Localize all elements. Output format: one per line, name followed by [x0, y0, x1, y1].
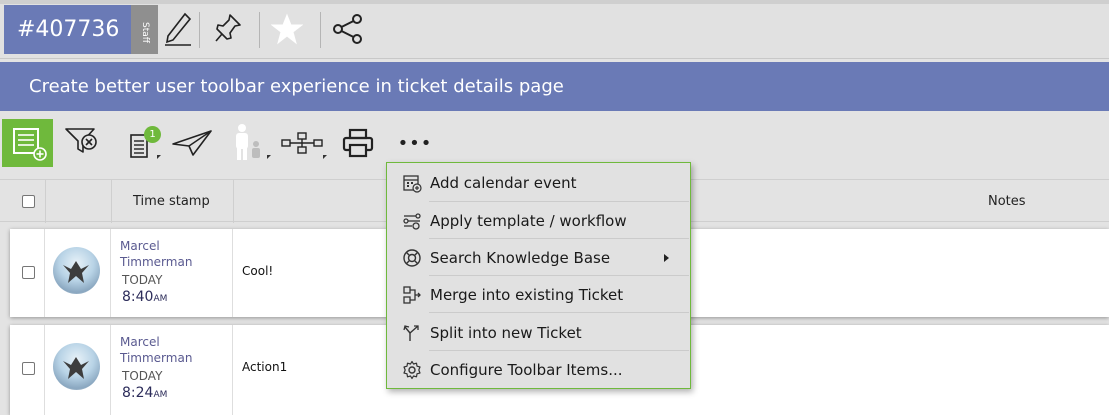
menu-item-apply-template[interactable]: Apply template / workflow	[388, 202, 689, 239]
print-icon[interactable]	[341, 126, 375, 160]
author-first-name[interactable]: Marcel	[120, 334, 160, 350]
avatar	[53, 343, 100, 390]
staff-badge: Staff	[131, 5, 158, 54]
add-note-icon[interactable]	[2, 119, 53, 167]
column-divider	[233, 180, 234, 223]
time-value: 8:40	[122, 289, 154, 305]
time-label: 8:40AM	[122, 289, 167, 305]
people-icon[interactable]	[229, 121, 267, 165]
notes-count-badge: 1	[144, 126, 161, 143]
more-actions-menu: Add calendar event Apply template / work…	[386, 162, 691, 389]
menu-item-configure-toolbar[interactable]: Configure Toolbar Items...	[388, 351, 689, 388]
edit-icon[interactable]	[161, 10, 195, 48]
note-text: Cool!	[242, 264, 274, 278]
merge-icon	[402, 285, 422, 305]
time-value: 8:24	[122, 385, 154, 401]
ticket-title-bar: Create better user toolbar experience in…	[0, 62, 1109, 111]
column-divider	[45, 180, 46, 223]
menu-item-label: Configure Toolbar Items...	[430, 360, 623, 379]
menu-item-label: Split into new Ticket	[430, 323, 582, 342]
header-divider	[320, 12, 321, 48]
ticket-title: Create better user toolbar experience in…	[29, 76, 564, 97]
share-icon[interactable]	[331, 10, 365, 48]
avatar	[53, 247, 100, 294]
ticket-id: #407736	[4, 5, 131, 54]
lifebuoy-icon	[402, 248, 422, 268]
cell-divider	[232, 325, 233, 415]
row-checkbox[interactable]	[22, 362, 35, 375]
author-last-name[interactable]: Timmerman	[120, 350, 192, 366]
notes-column-header[interactable]: Notes	[988, 180, 1026, 223]
cell-divider	[44, 229, 45, 317]
send-icon[interactable]	[170, 126, 214, 160]
author-last-name[interactable]: Timmerman	[120, 254, 192, 270]
row-checkbox[interactable]	[22, 266, 35, 279]
note-text: Action1	[242, 360, 288, 374]
date-label: TODAY	[122, 369, 163, 383]
chevron-down-icon[interactable]	[157, 155, 161, 159]
workflow-icon[interactable]	[281, 129, 323, 157]
menu-item-search-knowledge-base[interactable]: Search Knowledge Base	[388, 239, 689, 276]
cell-divider	[110, 229, 111, 317]
menu-item-merge-ticket[interactable]: Merge into existing Ticket	[388, 276, 689, 313]
cell-divider	[232, 229, 233, 317]
menu-item-label: Apply template / workflow	[430, 211, 627, 230]
menu-divider	[429, 312, 689, 313]
time-ampm: AM	[153, 294, 168, 304]
menu-item-add-calendar-event[interactable]: Add calendar event	[388, 164, 689, 201]
date-label: TODAY	[122, 273, 163, 287]
filter-clear-icon[interactable]	[63, 124, 101, 160]
tab-strip	[0, 0, 1109, 4]
star-icon[interactable]	[270, 10, 304, 48]
select-all-checkbox[interactable]	[22, 195, 35, 208]
more-icon[interactable]: •••	[397, 131, 433, 155]
menu-item-split-ticket[interactable]: Split into new Ticket	[388, 314, 689, 351]
column-divider	[111, 180, 112, 223]
chevron-down-icon[interactable]	[323, 155, 327, 159]
cell-divider	[44, 325, 45, 415]
menu-item-label: Search Knowledge Base	[430, 248, 611, 267]
template-workflow-icon	[402, 211, 422, 231]
gear-icon	[402, 360, 422, 380]
ticket-header: #407736 Staff	[0, 0, 1109, 59]
chevron-down-icon[interactable]	[267, 155, 271, 159]
menu-item-label: Add calendar event	[430, 173, 577, 192]
timestamp-column-header[interactable]: Time stamp	[133, 180, 210, 223]
time-label: 8:24AM	[122, 385, 167, 401]
header-divider	[199, 12, 200, 48]
calendar-add-icon	[402, 173, 422, 193]
author-first-name[interactable]: Marcel	[120, 238, 160, 254]
header-divider	[259, 12, 260, 48]
cell-divider	[110, 325, 111, 415]
split-icon	[402, 323, 422, 343]
menu-item-label: Merge into existing Ticket	[430, 285, 624, 304]
time-ampm: AM	[153, 390, 168, 400]
pin-icon[interactable]	[211, 10, 245, 48]
chevron-right-icon	[664, 254, 669, 262]
